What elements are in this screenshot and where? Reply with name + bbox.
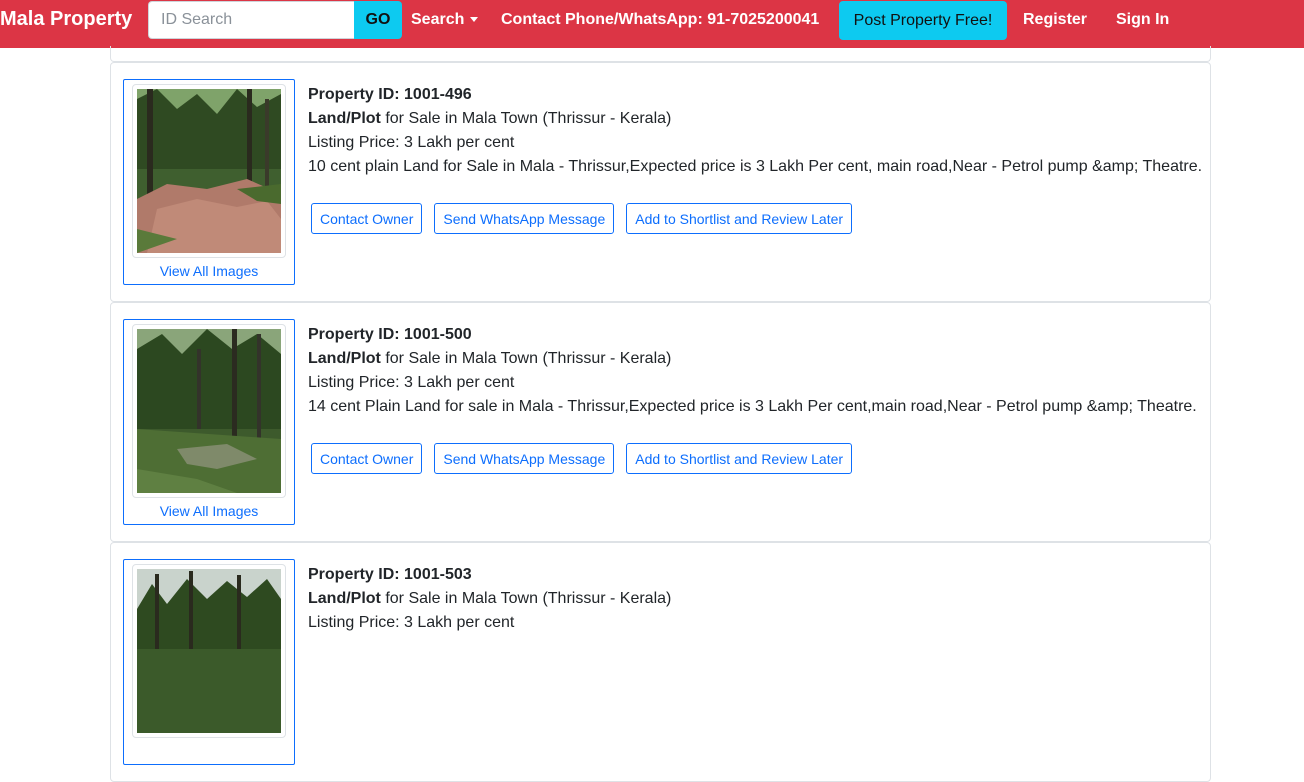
property-id: Property ID: 1001-500: [308, 326, 472, 343]
sign-in-link[interactable]: Sign In: [1116, 11, 1169, 29]
property-id: Property ID: 1001-496: [308, 86, 472, 103]
property-location: for Sale in Mala Town (Thrissur - Kerala…: [380, 590, 672, 607]
listing-actions: Contact Owner Send WhatsApp Message Add …: [311, 443, 864, 474]
search-dropdown[interactable]: Search: [411, 11, 479, 29]
listing-info: Property ID: 1001-503 Land/Plot for Sale…: [308, 563, 671, 635]
property-location: for Sale in Mala Town (Thrissur - Kerala…: [380, 350, 672, 367]
contact-owner-button[interactable]: Contact Owner: [311, 443, 423, 474]
listing-info: Property ID: 1001-496 Land/Plot for Sale…: [308, 83, 1202, 179]
post-property-button[interactable]: Post Property Free!: [839, 1, 1007, 40]
send-whatsapp-button[interactable]: Send WhatsApp Message: [434, 443, 615, 474]
contact-owner-button[interactable]: Contact Owner: [311, 203, 423, 234]
listing-photo-frame: [123, 559, 295, 765]
land-plot-photo: [137, 569, 281, 733]
contact-phone-link[interactable]: Contact Phone/WhatsApp: 91-7025200041: [501, 11, 819, 29]
listing-description: 14 cent Plain Land for sale in Mala - Th…: [308, 398, 1197, 415]
listing-price: Listing Price: 3 Lakh per cent: [308, 614, 515, 631]
brand-logo[interactable]: Mala Property: [0, 8, 132, 31]
register-link[interactable]: Register: [1023, 11, 1087, 29]
listing-actions: Contact Owner Send WhatsApp Message Add …: [311, 203, 864, 234]
land-plot-photo: [137, 89, 281, 253]
id-search-input[interactable]: [148, 1, 354, 39]
listing-card: View All Images Property ID: 1001-500 La…: [110, 302, 1211, 542]
view-all-images-link[interactable]: View All Images: [124, 263, 294, 279]
listing-info: Property ID: 1001-500 Land/Plot for Sale…: [308, 323, 1197, 419]
navbar: Mala Property GO Search Contact Phone/Wh…: [0, 0, 1304, 48]
add-to-shortlist-button[interactable]: Add to Shortlist and Review Later: [626, 203, 853, 234]
property-location: for Sale in Mala Town (Thrissur - Kerala…: [380, 110, 672, 127]
go-button[interactable]: GO: [354, 1, 402, 39]
property-type: Land/Plot: [308, 350, 381, 367]
listing-photo-frame: View All Images: [123, 319, 295, 525]
listing-photo[interactable]: [132, 324, 286, 498]
property-type-location: Land/Plot for Sale in Mala Town (Thrissu…: [308, 107, 1202, 131]
property-type-location: Land/Plot for Sale in Mala Town (Thrissu…: [308, 587, 671, 611]
id-search-form: GO: [148, 1, 402, 39]
listing-card: View All Images Property ID: 1001-496 La…: [110, 62, 1211, 302]
property-id: Property ID: 1001-503: [308, 566, 472, 583]
previous-listing-card-edge: [110, 46, 1211, 62]
property-type: Land/Plot: [308, 590, 381, 607]
caret-down-icon: [470, 17, 479, 23]
property-type: Land/Plot: [308, 110, 381, 127]
property-type-location: Land/Plot for Sale in Mala Town (Thrissu…: [308, 347, 1197, 371]
land-plot-photo: [137, 329, 281, 493]
listing-price: Listing Price: 3 Lakh per cent: [308, 374, 515, 391]
listing-card: Property ID: 1001-503 Land/Plot for Sale…: [110, 542, 1211, 782]
send-whatsapp-button[interactable]: Send WhatsApp Message: [434, 203, 615, 234]
listing-photo[interactable]: [132, 564, 286, 738]
add-to-shortlist-button[interactable]: Add to Shortlist and Review Later: [626, 443, 853, 474]
listing-photo-frame: View All Images: [123, 79, 295, 285]
search-dropdown-label: Search: [411, 11, 465, 28]
listing-photo[interactable]: [132, 84, 286, 258]
listing-price: Listing Price: 3 Lakh per cent: [308, 134, 515, 151]
view-all-images-link[interactable]: View All Images: [124, 503, 294, 519]
listing-description: 10 cent plain Land for Sale in Mala - Th…: [308, 158, 1203, 175]
